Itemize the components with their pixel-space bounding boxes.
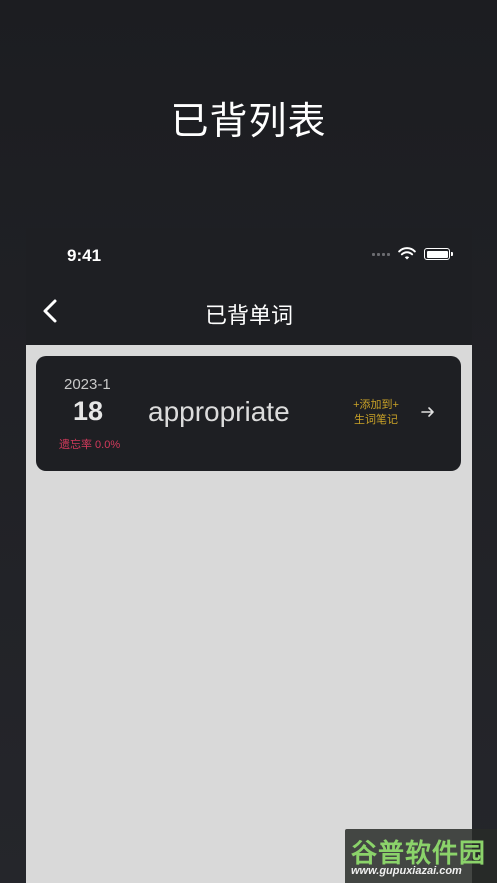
add-note-line2: 生词笔记 <box>354 414 398 426</box>
status-icons <box>372 247 453 261</box>
signal-icon <box>372 252 390 256</box>
word-text: appropriate <box>148 396 290 427</box>
watermark-url: www.gupuxiazai.com <box>351 865 462 877</box>
top-bar: 9:41 已背单词 <box>26 228 472 345</box>
wifi-icon <box>398 247 416 260</box>
date-month: 2023-1 <box>64 376 111 393</box>
watermark-logo: 谷普软件园 www.gupuxiazai.com <box>345 829 497 883</box>
promo-title: 已背列表 <box>170 99 327 143</box>
nav-title: 已背单词 <box>204 304 293 329</box>
add-note-line1: +添加到+ <box>353 399 399 411</box>
date-day: 18 <box>73 396 104 426</box>
phone-screen: 9:41 已背单词 2023-1 18 遗忘率 0.0% appropriate… <box>26 228 472 883</box>
arrow-right-icon[interactable] <box>420 404 436 420</box>
battery-icon <box>424 248 453 260</box>
status-time: 9:41 <box>67 246 102 265</box>
forget-rate: 遗忘率 0.0% <box>59 439 121 451</box>
add-to-notebook-button[interactable]: +添加到+ 生词笔记 <box>348 398 404 428</box>
list-item[interactable]: 2023-1 18 遗忘率 0.0% appropriate +添加到+ 生词笔… <box>36 356 461 471</box>
